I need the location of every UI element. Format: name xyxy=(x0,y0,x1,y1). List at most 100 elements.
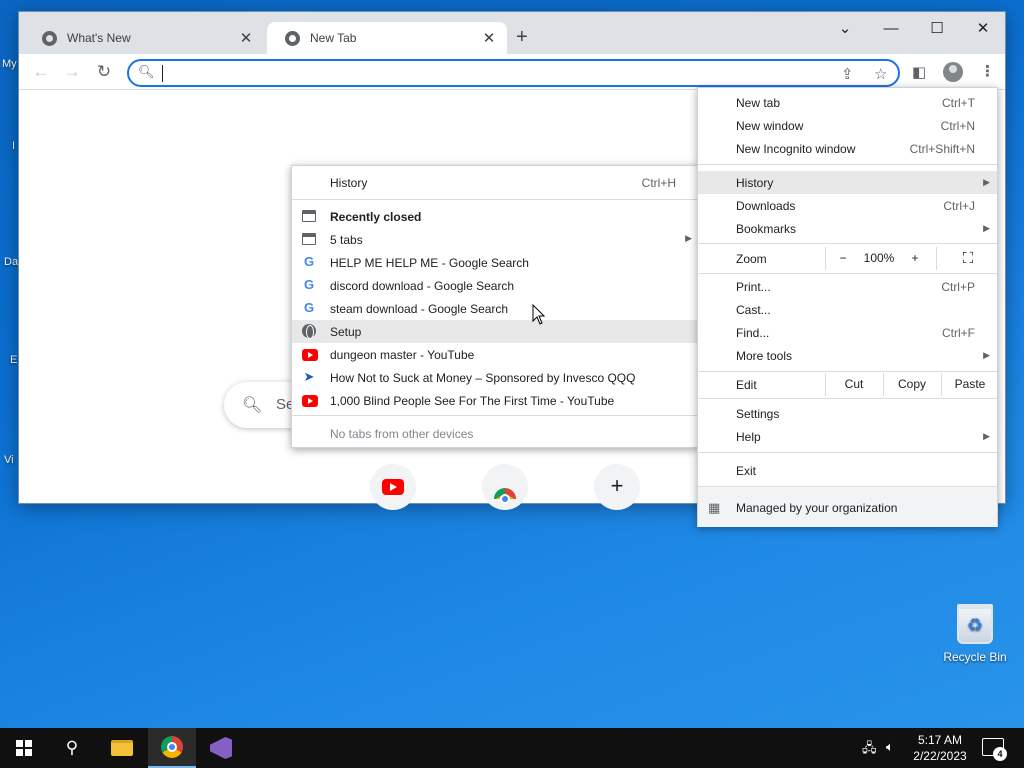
toolbar: ← → ↻ 🔍︎ ⇪ ☆ ◧ ⋮ xyxy=(19,54,1005,90)
menu-zoom-row: Zoom − 100% + ⛶ xyxy=(698,247,997,270)
youtube-icon xyxy=(302,395,318,407)
start-button[interactable] xyxy=(0,728,48,768)
zoom-out-button[interactable]: − xyxy=(828,247,858,270)
menu-item-history[interactable]: History ▶ xyxy=(698,171,997,194)
shortcut-youtube[interactable] xyxy=(370,464,416,510)
forward-arrow-icon[interactable]: → xyxy=(60,60,84,84)
menu-item-new-window[interactable]: New window Ctrl+N xyxy=(698,114,997,137)
window-icon xyxy=(302,210,316,222)
side-panel-icon[interactable]: ◧ xyxy=(912,63,926,81)
shortcut-chrome[interactable] xyxy=(482,464,528,510)
invesco-icon: ➤ xyxy=(303,369,315,384)
desktop-icon-label[interactable]: I xyxy=(12,140,15,152)
building-icon: ▦ xyxy=(708,500,721,515)
bookmark-star-icon[interactable]: ☆ xyxy=(874,65,887,83)
desktop-icon-label[interactable]: E xyxy=(10,354,17,366)
recently-closed-item[interactable]: 5 tabs ▶ xyxy=(292,228,698,251)
window-icon xyxy=(302,233,316,245)
menu-item-new-tab[interactable]: New tab Ctrl+T xyxy=(698,91,997,114)
recently-closed-item[interactable]: dungeon master - YouTube xyxy=(292,343,698,366)
menu-kebab-icon[interactable]: ⋮ xyxy=(980,62,995,80)
recently-closed-item[interactable]: G steam download - Google Search xyxy=(292,297,698,320)
google-icon: G xyxy=(303,277,315,292)
close-tab-icon[interactable]: ✕ xyxy=(481,29,497,47)
recently-closed-item[interactable]: Setup xyxy=(292,320,698,343)
new-tab-button[interactable]: + xyxy=(516,26,528,49)
submenu-arrow-icon: ▶ xyxy=(685,233,692,243)
recently-closed-item[interactable]: ➤ How Not to Suck at Money – Sponsored b… xyxy=(292,366,698,389)
recycle-bin[interactable]: Recycle Bin xyxy=(940,600,1010,664)
mouse-cursor-icon xyxy=(532,304,546,325)
managed-by-org[interactable]: ▦ Managed by your organization xyxy=(698,487,997,527)
recycle-bin-label: Recycle Bin xyxy=(943,650,1007,664)
zoom-level: 100% xyxy=(863,251,895,265)
taskbar: ⚲ 🖧 🔈︎ 5:17 AM 2/22/2023 4 xyxy=(0,728,1024,768)
menu-item-new-incognito[interactable]: New Incognito window Ctrl+Shift+N xyxy=(698,137,997,160)
maximize-button[interactable]: ☐ xyxy=(914,16,960,42)
share-icon[interactable]: ⇪ xyxy=(841,65,854,83)
tab-new-tab[interactable]: New Tab ✕ xyxy=(267,22,507,54)
close-window-button[interactable]: ✕ xyxy=(960,16,1006,42)
volume-icon[interactable]: 🔈︎ xyxy=(886,739,894,755)
recently-closed-item[interactable]: G HELP ME HELP ME - Google Search xyxy=(292,251,698,274)
zoom-in-button[interactable]: + xyxy=(900,247,930,270)
no-other-devices-text: No tabs from other devices xyxy=(330,427,474,441)
reload-icon[interactable]: ↻ xyxy=(92,60,116,84)
visual-studio-icon xyxy=(210,737,232,759)
address-bar[interactable]: 🔍︎ ⇪ ☆ xyxy=(127,59,900,87)
google-icon: G xyxy=(303,300,315,315)
desktop-icon-label[interactable]: Vi xyxy=(4,454,14,466)
menu-item-help[interactable]: Help ▶ xyxy=(698,425,997,448)
recently-closed-item[interactable]: 1,000 Blind People See For The First Tim… xyxy=(292,389,698,412)
address-input[interactable] xyxy=(161,64,801,82)
clock-time: 5:17 AM xyxy=(917,733,963,747)
menu-item-find[interactable]: Find... Ctrl+F xyxy=(698,321,997,344)
submenu-arrow-icon: ▶ xyxy=(983,223,990,233)
tab-search-icon[interactable]: ⌄ xyxy=(822,16,868,42)
recycle-bin-icon xyxy=(957,604,993,644)
visual-studio-button[interactable] xyxy=(197,728,245,768)
tab-title: New Tab xyxy=(310,31,357,45)
chrome-main-menu: New tab Ctrl+T New window Ctrl+N New Incog… xyxy=(697,87,998,527)
globe-icon xyxy=(302,324,316,339)
clock[interactable]: 5:17 AM 2/22/2023 xyxy=(900,732,980,764)
back-arrow-icon[interactable]: ← xyxy=(29,60,53,84)
chrome-favicon-icon xyxy=(285,30,300,46)
menu-item-more-tools[interactable]: More tools ▶ xyxy=(698,344,997,367)
paste-button[interactable]: Paste xyxy=(942,373,998,396)
menu-item-cast[interactable]: Cast... xyxy=(698,298,997,321)
chrome-taskbar-button[interactable] xyxy=(148,728,196,768)
menu-item-settings[interactable]: Settings xyxy=(698,402,997,425)
search-button[interactable]: ⚲ xyxy=(48,728,96,768)
history-item[interactable]: History Ctrl+H xyxy=(292,171,698,194)
menu-edit-row: Edit Cut Copy Paste xyxy=(698,373,997,396)
minimize-button[interactable]: — xyxy=(868,16,914,42)
recently-closed-item[interactable]: G discord download - Google Search xyxy=(292,274,698,297)
tab-whats-new[interactable]: What's New ✕ xyxy=(24,22,264,54)
youtube-icon xyxy=(382,479,404,495)
submenu-arrow-icon: ▶ xyxy=(983,177,990,187)
close-tab-icon[interactable]: ✕ xyxy=(238,29,254,47)
search-icon: 🔍︎ xyxy=(242,397,263,414)
file-explorer-button[interactable] xyxy=(98,728,146,768)
menu-item-print[interactable]: Print... Ctrl+P xyxy=(698,275,997,298)
desktop-icon-label[interactable]: Da xyxy=(4,256,18,268)
profile-avatar-icon[interactable] xyxy=(943,62,963,82)
copy-button[interactable]: Copy xyxy=(884,373,940,396)
menu-item-exit[interactable]: Exit xyxy=(698,459,997,482)
menu-item-downloads[interactable]: Downloads Ctrl+J xyxy=(698,194,997,217)
menu-item-bookmarks[interactable]: Bookmarks ▶ xyxy=(698,217,997,240)
fullscreen-icon[interactable]: ⛶ xyxy=(953,247,983,270)
youtube-icon xyxy=(302,349,318,361)
tab-title: What's New xyxy=(67,31,131,45)
search-icon: ⚲ xyxy=(65,738,79,757)
cut-button[interactable]: Cut xyxy=(826,373,882,396)
google-icon: G xyxy=(303,254,315,269)
zoom-label: Zoom xyxy=(736,251,767,266)
desktop-icon-label[interactable]: My xyxy=(2,58,17,70)
add-shortcut-button[interactable]: + xyxy=(594,464,640,510)
tab-strip: What's New ✕ New Tab ✕ + ⌄ — ☐ ✕ xyxy=(19,12,1005,54)
search-icon: 🔍︎ xyxy=(138,64,155,79)
folder-icon xyxy=(111,740,133,756)
network-icon[interactable]: 🖧 xyxy=(862,739,877,761)
